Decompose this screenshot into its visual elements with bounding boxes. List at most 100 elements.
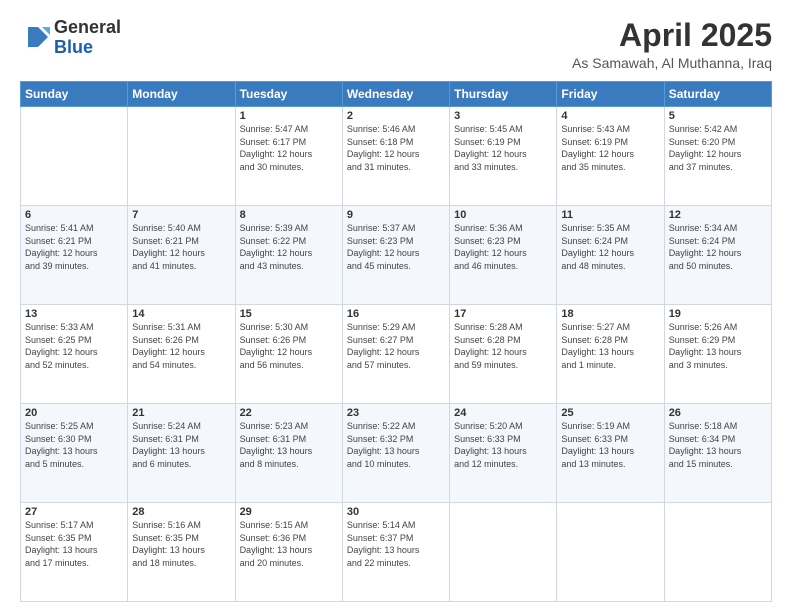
day-number: 30 [347,506,445,518]
calendar-cell: 10Sunrise: 5:36 AM Sunset: 6:23 PM Dayli… [450,206,557,305]
calendar-cell [450,503,557,602]
calendar-cell: 27Sunrise: 5:17 AM Sunset: 6:35 PM Dayli… [21,503,128,602]
calendar-cell: 25Sunrise: 5:19 AM Sunset: 6:33 PM Dayli… [557,404,664,503]
day-number: 5 [669,110,767,122]
logo-blue: Blue [54,38,121,58]
day-number: 21 [132,407,230,419]
calendar-cell: 9Sunrise: 5:37 AM Sunset: 6:23 PM Daylig… [342,206,449,305]
day-number: 20 [25,407,123,419]
calendar-table: SundayMondayTuesdayWednesdayThursdayFrid… [20,81,772,602]
weekday-header: Friday [557,82,664,107]
day-info: Sunrise: 5:25 AM Sunset: 6:30 PM Dayligh… [25,420,123,470]
day-info: Sunrise: 5:47 AM Sunset: 6:17 PM Dayligh… [240,123,338,173]
calendar-cell: 19Sunrise: 5:26 AM Sunset: 6:29 PM Dayli… [664,305,771,404]
day-number: 4 [561,110,659,122]
day-info: Sunrise: 5:43 AM Sunset: 6:19 PM Dayligh… [561,123,659,173]
day-info: Sunrise: 5:31 AM Sunset: 6:26 PM Dayligh… [132,321,230,371]
day-number: 11 [561,209,659,221]
day-number: 19 [669,308,767,320]
day-number: 15 [240,308,338,320]
day-number: 7 [132,209,230,221]
calendar-cell: 12Sunrise: 5:34 AM Sunset: 6:24 PM Dayli… [664,206,771,305]
calendar-cell: 21Sunrise: 5:24 AM Sunset: 6:31 PM Dayli… [128,404,235,503]
day-info: Sunrise: 5:33 AM Sunset: 6:25 PM Dayligh… [25,321,123,371]
calendar-cell: 23Sunrise: 5:22 AM Sunset: 6:32 PM Dayli… [342,404,449,503]
calendar-week-row: 27Sunrise: 5:17 AM Sunset: 6:35 PM Dayli… [21,503,772,602]
calendar-week-row: 6Sunrise: 5:41 AM Sunset: 6:21 PM Daylig… [21,206,772,305]
calendar-cell: 20Sunrise: 5:25 AM Sunset: 6:30 PM Dayli… [21,404,128,503]
day-info: Sunrise: 5:23 AM Sunset: 6:31 PM Dayligh… [240,420,338,470]
day-number: 3 [454,110,552,122]
calendar-week-row: 1Sunrise: 5:47 AM Sunset: 6:17 PM Daylig… [21,107,772,206]
calendar-cell: 30Sunrise: 5:14 AM Sunset: 6:37 PM Dayli… [342,503,449,602]
day-number: 13 [25,308,123,320]
day-number: 24 [454,407,552,419]
day-info: Sunrise: 5:20 AM Sunset: 6:33 PM Dayligh… [454,420,552,470]
calendar-cell: 6Sunrise: 5:41 AM Sunset: 6:21 PM Daylig… [21,206,128,305]
page: General Blue April 2025 As Samawah, Al M… [0,0,792,612]
calendar-cell [128,107,235,206]
header: General Blue April 2025 As Samawah, Al M… [20,18,772,71]
calendar-cell: 18Sunrise: 5:27 AM Sunset: 6:28 PM Dayli… [557,305,664,404]
day-info: Sunrise: 5:18 AM Sunset: 6:34 PM Dayligh… [669,420,767,470]
day-number: 27 [25,506,123,518]
calendar-cell [664,503,771,602]
day-number: 26 [669,407,767,419]
logo-icon [20,23,50,53]
calendar-cell: 5Sunrise: 5:42 AM Sunset: 6:20 PM Daylig… [664,107,771,206]
calendar-cell: 26Sunrise: 5:18 AM Sunset: 6:34 PM Dayli… [664,404,771,503]
day-number: 23 [347,407,445,419]
day-info: Sunrise: 5:37 AM Sunset: 6:23 PM Dayligh… [347,222,445,272]
calendar-week-row: 13Sunrise: 5:33 AM Sunset: 6:25 PM Dayli… [21,305,772,404]
weekday-header: Wednesday [342,82,449,107]
weekday-header: Sunday [21,82,128,107]
title-area: April 2025 As Samawah, Al Muthanna, Iraq [572,18,772,71]
day-info: Sunrise: 5:35 AM Sunset: 6:24 PM Dayligh… [561,222,659,272]
day-info: Sunrise: 5:27 AM Sunset: 6:28 PM Dayligh… [561,321,659,371]
calendar-cell: 11Sunrise: 5:35 AM Sunset: 6:24 PM Dayli… [557,206,664,305]
day-number: 17 [454,308,552,320]
day-info: Sunrise: 5:29 AM Sunset: 6:27 PM Dayligh… [347,321,445,371]
day-info: Sunrise: 5:42 AM Sunset: 6:20 PM Dayligh… [669,123,767,173]
calendar-cell: 22Sunrise: 5:23 AM Sunset: 6:31 PM Dayli… [235,404,342,503]
day-number: 2 [347,110,445,122]
day-info: Sunrise: 5:26 AM Sunset: 6:29 PM Dayligh… [669,321,767,371]
calendar-cell: 2Sunrise: 5:46 AM Sunset: 6:18 PM Daylig… [342,107,449,206]
day-number: 14 [132,308,230,320]
day-info: Sunrise: 5:16 AM Sunset: 6:35 PM Dayligh… [132,519,230,569]
calendar-cell: 8Sunrise: 5:39 AM Sunset: 6:22 PM Daylig… [235,206,342,305]
calendar-cell: 17Sunrise: 5:28 AM Sunset: 6:28 PM Dayli… [450,305,557,404]
day-number: 8 [240,209,338,221]
day-number: 28 [132,506,230,518]
calendar-cell [557,503,664,602]
calendar-cell: 1Sunrise: 5:47 AM Sunset: 6:17 PM Daylig… [235,107,342,206]
day-info: Sunrise: 5:30 AM Sunset: 6:26 PM Dayligh… [240,321,338,371]
main-title: April 2025 [572,18,772,53]
calendar-cell [21,107,128,206]
subtitle: As Samawah, Al Muthanna, Iraq [572,55,772,71]
day-info: Sunrise: 5:40 AM Sunset: 6:21 PM Dayligh… [132,222,230,272]
day-info: Sunrise: 5:19 AM Sunset: 6:33 PM Dayligh… [561,420,659,470]
logo-general: General [54,18,121,38]
calendar-cell: 15Sunrise: 5:30 AM Sunset: 6:26 PM Dayli… [235,305,342,404]
weekday-header: Thursday [450,82,557,107]
day-number: 25 [561,407,659,419]
calendar-cell: 4Sunrise: 5:43 AM Sunset: 6:19 PM Daylig… [557,107,664,206]
day-info: Sunrise: 5:46 AM Sunset: 6:18 PM Dayligh… [347,123,445,173]
calendar-cell: 14Sunrise: 5:31 AM Sunset: 6:26 PM Dayli… [128,305,235,404]
calendar-cell: 3Sunrise: 5:45 AM Sunset: 6:19 PM Daylig… [450,107,557,206]
calendar-header-row: SundayMondayTuesdayWednesdayThursdayFrid… [21,82,772,107]
day-number: 22 [240,407,338,419]
day-number: 16 [347,308,445,320]
calendar-cell: 24Sunrise: 5:20 AM Sunset: 6:33 PM Dayli… [450,404,557,503]
weekday-header: Monday [128,82,235,107]
logo: General Blue [20,18,121,58]
day-info: Sunrise: 5:15 AM Sunset: 6:36 PM Dayligh… [240,519,338,569]
day-number: 6 [25,209,123,221]
day-info: Sunrise: 5:41 AM Sunset: 6:21 PM Dayligh… [25,222,123,272]
logo-text: General Blue [54,18,121,58]
day-info: Sunrise: 5:45 AM Sunset: 6:19 PM Dayligh… [454,123,552,173]
day-info: Sunrise: 5:24 AM Sunset: 6:31 PM Dayligh… [132,420,230,470]
day-number: 10 [454,209,552,221]
calendar-cell: 13Sunrise: 5:33 AM Sunset: 6:25 PM Dayli… [21,305,128,404]
